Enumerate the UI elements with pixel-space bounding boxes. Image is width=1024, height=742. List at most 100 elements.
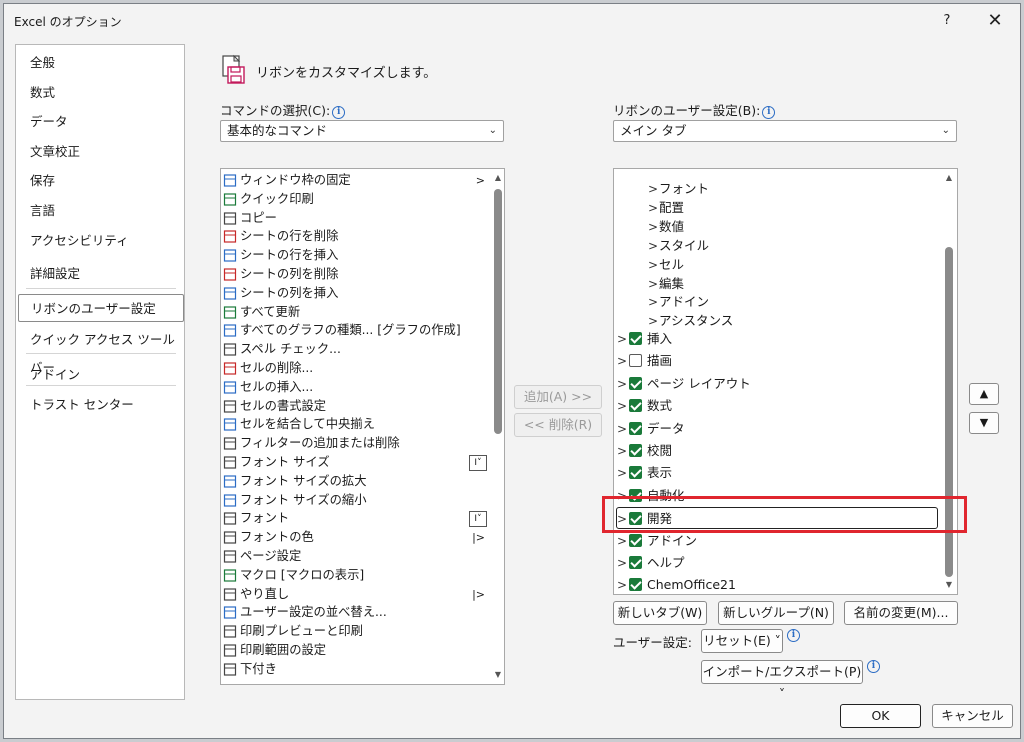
scroll-thumb[interactable] xyxy=(494,189,502,434)
command-item[interactable]: フォント サイズの縮小 xyxy=(221,491,491,510)
tree-tab[interactable]: > ヘルプ xyxy=(617,552,937,574)
command-item[interactable]: フォントの色 |> xyxy=(221,528,491,547)
rename-button[interactable]: 名前の変更(M)... xyxy=(844,601,958,625)
tab-checkbox[interactable] xyxy=(629,533,642,547)
command-item[interactable]: セルの書式設定 xyxy=(221,397,491,416)
command-icon xyxy=(223,267,238,282)
command-icon xyxy=(223,511,238,526)
tab-checkbox[interactable] xyxy=(629,399,642,413)
chevron-right-icon[interactable]: > xyxy=(617,328,627,350)
tab-checkbox[interactable] xyxy=(629,444,642,457)
move-down-button[interactable]: ▼ xyxy=(969,412,999,434)
command-item[interactable]: すべてのグラフの種類... [グラフの作成] xyxy=(221,321,491,340)
command-item[interactable]: セルの削除... xyxy=(221,359,491,378)
command-item[interactable]: スペル チェック... xyxy=(221,340,491,359)
nav-separator xyxy=(26,385,176,386)
chevron-right-icon[interactable]: > xyxy=(617,440,627,462)
command-item[interactable]: フォント サイズ I˅ xyxy=(221,453,491,472)
tree-tab[interactable]: > 描画 xyxy=(617,350,937,372)
nav-item[interactable]: クイック アクセス ツール バー xyxy=(16,326,184,375)
command-item[interactable]: シートの列を挿入 xyxy=(221,284,491,303)
reset-button[interactable]: リセット(E) ˅ xyxy=(701,629,783,653)
chevron-right-icon[interactable]: > xyxy=(617,418,627,440)
tab-checkbox[interactable] xyxy=(629,421,642,435)
new-group-button[interactable]: 新しいグループ(N) xyxy=(718,601,834,625)
tree-tab[interactable]: > 校閲 xyxy=(617,440,937,462)
tab-checkbox[interactable] xyxy=(629,354,642,368)
command-item[interactable]: ウィンドウ枠の固定 > xyxy=(221,171,491,190)
nav-item[interactable]: 文章校正 xyxy=(16,138,184,166)
new-tab-button[interactable]: 新しいタブ(W) xyxy=(613,601,707,625)
info-icon[interactable]: i xyxy=(867,660,880,673)
command-item[interactable]: フォント サイズの拡大 xyxy=(221,472,491,491)
command-item[interactable]: ページ設定 xyxy=(221,547,491,566)
import-export-button[interactable]: インポート/エクスポート(P) ˅ xyxy=(701,660,863,701)
command-item[interactable]: セルを結合して中央揃え xyxy=(221,415,491,434)
tree-tab[interactable]: > ChemOffice21 xyxy=(617,574,937,594)
nav-item[interactable]: 数式 xyxy=(16,79,184,107)
nav-item[interactable]: トラスト センター xyxy=(16,391,184,419)
chevron-right-icon[interactable]: > xyxy=(617,462,627,484)
remove-button[interactable]: << 削除(R) xyxy=(514,413,602,437)
scroll-up-icon[interactable]: ▲ xyxy=(492,172,504,184)
command-item[interactable]: 印刷プレビューと印刷 xyxy=(221,622,491,641)
command-list[interactable]: ウィンドウ枠の固定 > クイック印刷 コピー シートの行を削除 シートの行を挿入 シートの列… xyxy=(220,168,505,685)
nav-item[interactable]: アクセシビリティ xyxy=(16,227,184,255)
command-item[interactable]: やり直し |> xyxy=(221,585,491,604)
command-item[interactable]: シートの列を削除 xyxy=(221,265,491,284)
tab-checkbox[interactable] xyxy=(629,466,642,480)
nav-item[interactable]: リボンのユーザー設定 xyxy=(18,294,184,322)
chevron-right-icon[interactable]: > xyxy=(617,395,627,417)
nav-item[interactable]: 全般 xyxy=(16,49,184,77)
tab-checkbox[interactable] xyxy=(629,556,642,569)
info-icon[interactable]: i xyxy=(762,106,776,119)
tab-checkbox[interactable] xyxy=(629,376,642,390)
info-icon[interactable]: i xyxy=(787,629,800,642)
nav-item[interactable]: 詳細設定 xyxy=(16,260,184,288)
command-item[interactable]: 印刷範囲の設定 xyxy=(221,641,491,660)
command-item[interactable]: ユーザー設定の並べ替え... xyxy=(221,603,491,622)
command-icon xyxy=(223,436,238,451)
command-item[interactable]: セルの挿入... xyxy=(221,378,491,397)
nav-item[interactable]: 言語 xyxy=(16,197,184,225)
help-button[interactable]: ? xyxy=(932,8,962,34)
command-icon xyxy=(223,229,238,244)
command-item[interactable]: フォント I˅ xyxy=(221,509,491,528)
command-label: フォント サイズの縮小 xyxy=(240,492,367,507)
scroll-down-icon[interactable]: ▼ xyxy=(943,579,955,591)
command-item[interactable]: シートの行を削除 xyxy=(221,227,491,246)
move-up-button[interactable]: ▲ xyxy=(969,383,999,405)
tab-checkbox[interactable] xyxy=(629,332,642,345)
close-button[interactable]: ✕ xyxy=(980,8,1010,34)
command-list-scrollbar[interactable]: ▲ ▼ xyxy=(491,169,504,684)
chevron-right-icon[interactable]: > xyxy=(617,574,627,594)
command-icon xyxy=(223,455,238,470)
scroll-up-icon[interactable]: ▲ xyxy=(943,172,955,184)
cancel-button[interactable]: キャンセル xyxy=(932,704,1013,728)
tree-tab[interactable]: > 数式 xyxy=(617,395,937,417)
nav-item[interactable]: データ xyxy=(16,108,184,136)
command-item[interactable]: フィルターの追加または削除 xyxy=(221,434,491,453)
tab-checkbox[interactable] xyxy=(629,578,642,592)
scroll-down-icon[interactable]: ▼ xyxy=(492,669,504,681)
command-item[interactable]: クイック印刷 xyxy=(221,190,491,209)
chevron-right-icon[interactable]: > xyxy=(617,552,627,574)
command-item[interactable]: コピー xyxy=(221,209,491,228)
info-icon[interactable]: i xyxy=(332,106,346,119)
command-item[interactable]: シートの行を挿入 xyxy=(221,246,491,265)
tree-tab[interactable]: > 挿入 xyxy=(617,328,937,350)
command-choose-combo[interactable]: 基本的なコマンド ⌄ xyxy=(220,120,504,142)
command-item[interactable]: 下付き xyxy=(221,660,491,679)
tree-tab[interactable]: > ページ レイアウト xyxy=(617,373,937,395)
chevron-right-icon[interactable]: > xyxy=(617,373,627,395)
tree-tab[interactable]: > 表示 xyxy=(617,462,937,484)
ribbon-settings-combo[interactable]: メイン タブ ⌄ xyxy=(613,120,957,142)
command-item[interactable]: マクロ [マクロの表示] xyxy=(221,566,491,585)
command-label: セルの削除... xyxy=(240,361,314,375)
command-item[interactable]: すべて更新 xyxy=(221,303,491,322)
chevron-right-icon[interactable]: > xyxy=(617,350,627,372)
nav-item[interactable]: 保存 xyxy=(16,167,184,195)
tree-tab[interactable]: > データ xyxy=(617,418,937,440)
add-button[interactable]: 追加(A) >> xyxy=(514,385,602,409)
ok-button[interactable]: OK xyxy=(840,704,921,728)
